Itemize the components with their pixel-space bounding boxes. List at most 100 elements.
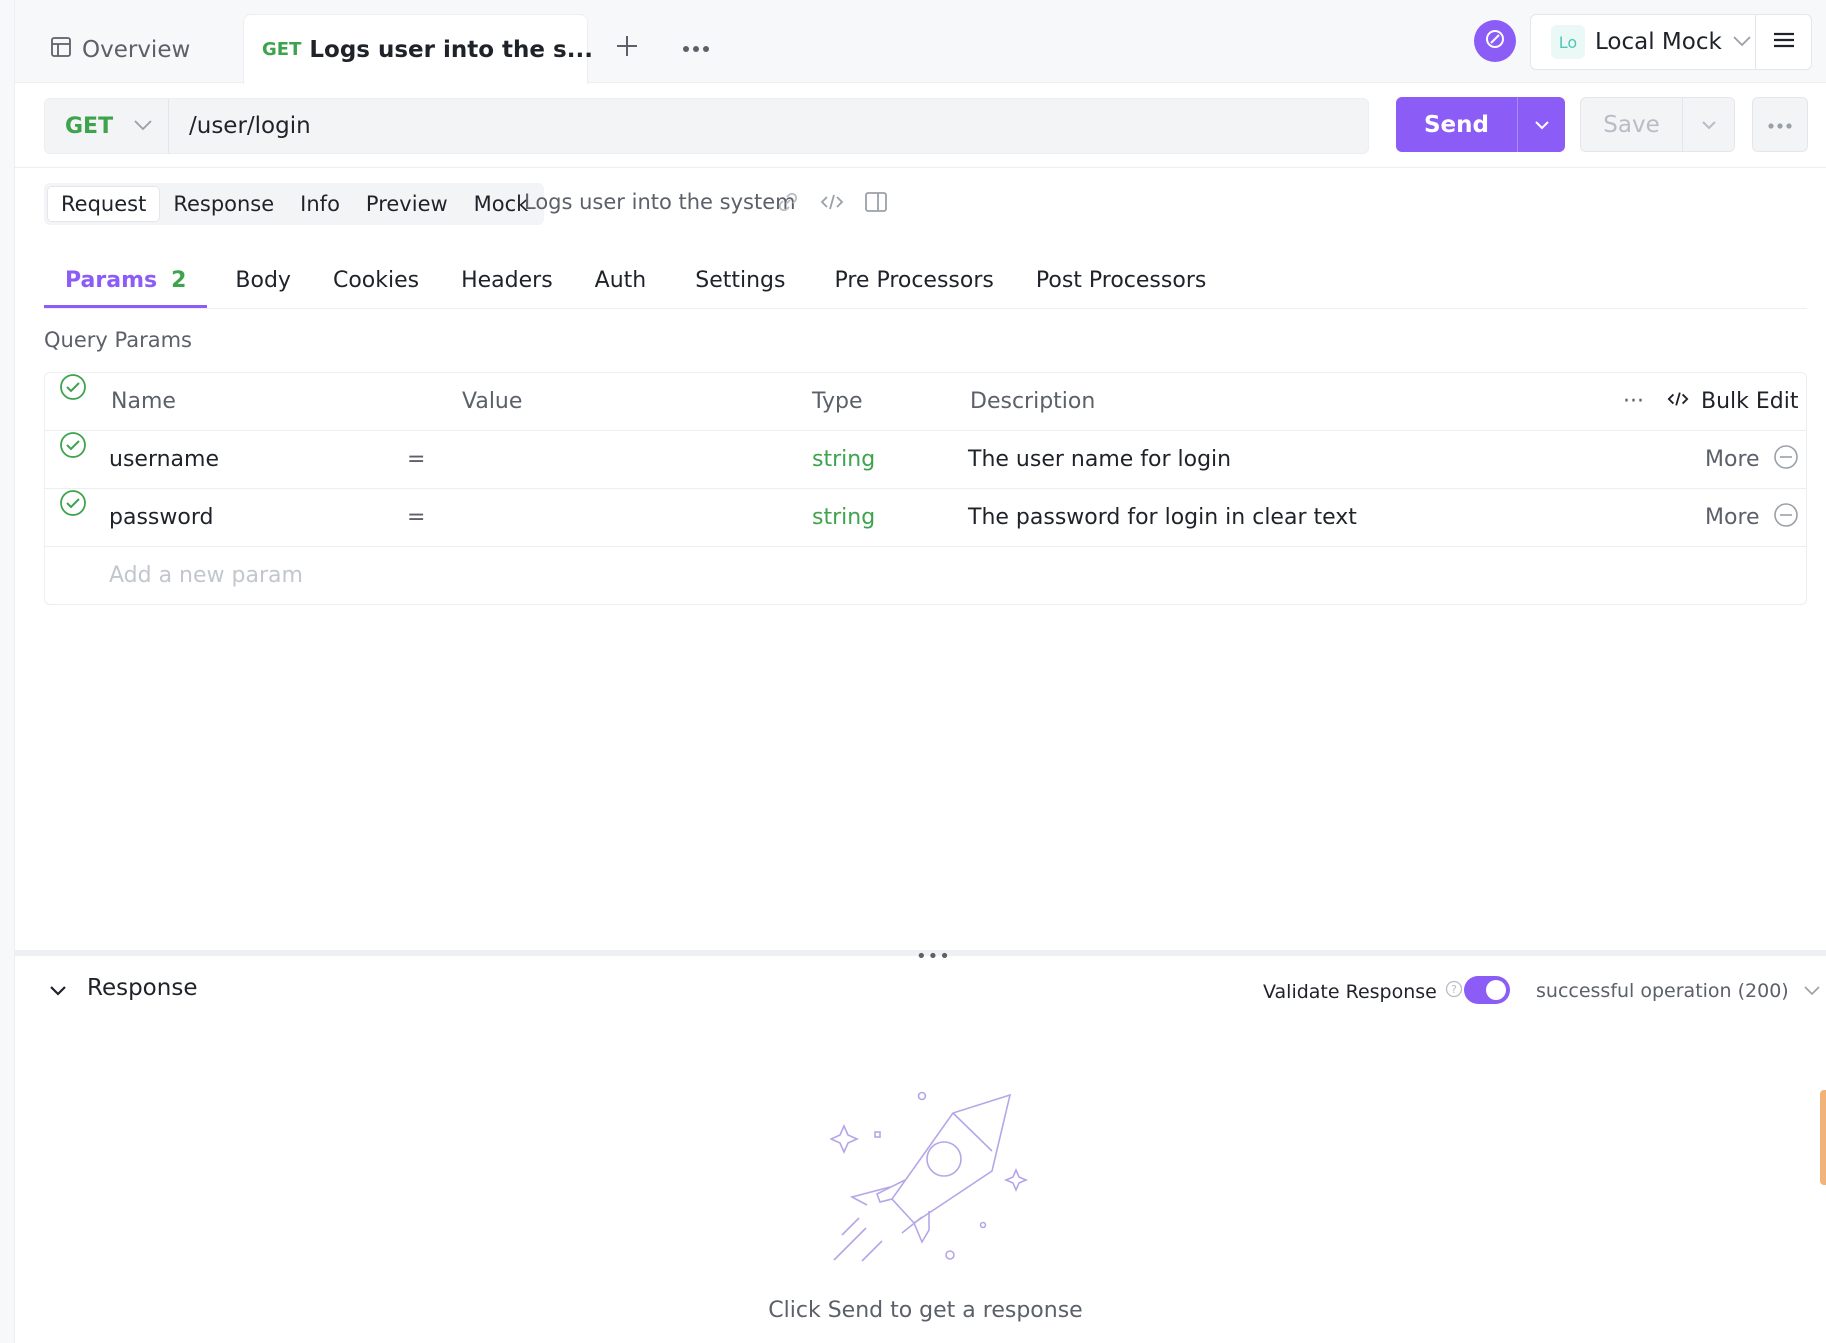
url-bar: GET xyxy=(44,98,1369,154)
bulk-edit-label: Bulk Edit xyxy=(1701,389,1799,414)
response-collapse-toggle[interactable] xyxy=(46,976,70,1006)
column-options-button[interactable]: ··· xyxy=(1623,373,1644,430)
link-icon[interactable] xyxy=(776,190,800,218)
table-row: username = string The user name for logi… xyxy=(45,431,1806,489)
bulk-edit-button[interactable]: Bulk Edit xyxy=(1667,373,1799,430)
rocket-illustration-icon xyxy=(829,1085,1030,1270)
param-value-input[interactable] xyxy=(445,431,785,488)
param-type[interactable]: string xyxy=(812,489,875,546)
equals-sign: = xyxy=(407,505,426,530)
help-icon[interactable]: ? xyxy=(1445,980,1463,1003)
remove-row-button[interactable] xyxy=(1773,431,1799,488)
sync-button[interactable] xyxy=(1474,20,1516,62)
chevron-down-icon xyxy=(1803,980,1821,1002)
side-drawer-handle[interactable] xyxy=(1820,1090,1826,1185)
save-options-button[interactable] xyxy=(1683,97,1735,152)
svg-text:?: ? xyxy=(1451,983,1457,996)
chevron-down-icon xyxy=(49,982,67,1001)
tab-params[interactable]: Params 2 xyxy=(44,252,208,308)
endpoint-summary: Logs user into the system xyxy=(524,190,796,214)
param-type[interactable]: string xyxy=(812,431,875,488)
tab-more-button[interactable] xyxy=(680,32,712,62)
tab-request-active[interactable]: GET Logs user into the s... xyxy=(243,14,593,84)
add-param-row: Add a new param xyxy=(45,547,1806,605)
param-name[interactable]: username xyxy=(109,431,219,488)
param-description[interactable]: The user name for login xyxy=(968,431,1231,488)
validate-response-label: Validate Response xyxy=(1263,980,1437,1003)
param-name[interactable]: password xyxy=(109,489,213,546)
layout-icon xyxy=(50,36,72,64)
row-more-link[interactable]: More xyxy=(1705,489,1760,546)
tab-auth[interactable]: Auth xyxy=(574,252,668,308)
save-button[interactable]: Save xyxy=(1580,97,1683,152)
chevron-down-icon xyxy=(1732,33,1752,52)
param-value-input[interactable] xyxy=(445,489,785,546)
column-type: Type xyxy=(812,389,863,414)
more-horizontal-icon xyxy=(1767,115,1793,134)
response-title: Response xyxy=(87,975,198,1001)
url-input[interactable] xyxy=(169,99,1368,153)
environment-select[interactable]: Lo Local Mock xyxy=(1530,14,1756,70)
minus-circle-icon xyxy=(1773,502,1799,534)
mode-request[interactable]: Request xyxy=(47,186,161,222)
tab-post-processors[interactable]: Post Processors xyxy=(1015,252,1227,308)
new-tab-button[interactable] xyxy=(612,30,642,66)
validate-response-toggle[interactable] xyxy=(1464,976,1510,1004)
tab-method-badge: GET xyxy=(262,39,302,60)
column-value: Value xyxy=(462,389,523,414)
row-more-link[interactable]: More xyxy=(1705,431,1760,488)
side-panel-icon[interactable] xyxy=(864,190,888,218)
remove-row-button[interactable] xyxy=(1773,489,1799,546)
empty-response-message: Click Send to get a response xyxy=(768,1298,1083,1323)
row-enable-checkbox[interactable] xyxy=(59,431,87,459)
hamburger-icon xyxy=(1773,31,1795,53)
tab-pre-processors[interactable]: Pre Processors xyxy=(806,252,1014,308)
chevron-down-icon xyxy=(1701,115,1717,134)
method-label: GET xyxy=(65,113,114,139)
method-select[interactable]: GET xyxy=(45,99,169,153)
tab-title: Logs user into the s... xyxy=(309,36,593,63)
validate-response: Validate Response ? xyxy=(1263,980,1463,1003)
tab-body[interactable]: Body xyxy=(207,252,312,308)
tab-cookies[interactable]: Cookies xyxy=(312,252,440,308)
column-name: Name xyxy=(111,389,176,414)
mode-preview[interactable]: Preview xyxy=(353,186,461,222)
table-header-row: Name Value Type Description ··· Bulk Edi… xyxy=(45,373,1806,431)
query-params-title: Query Params xyxy=(44,328,192,352)
plus-icon xyxy=(614,33,640,63)
mode-info[interactable]: Info xyxy=(287,186,353,222)
divider xyxy=(15,167,1826,168)
table-row: password = string The password for login… xyxy=(45,489,1806,547)
environment-label: Local Mock xyxy=(1595,29,1722,55)
tab-params-label: Params xyxy=(65,267,158,293)
tab-headers[interactable]: Headers xyxy=(440,252,574,308)
main-menu-button[interactable] xyxy=(1756,14,1812,70)
request-subtabs: Params 2 Body Cookies Headers Auth Setti… xyxy=(44,252,1227,308)
resize-grip-icon: ••• xyxy=(916,946,951,967)
summary-actions xyxy=(776,190,888,218)
column-description: Description xyxy=(970,389,1096,414)
divider xyxy=(44,308,1807,309)
tab-settings[interactable]: Settings xyxy=(667,252,806,308)
row-enable-checkbox[interactable] xyxy=(59,489,87,517)
response-status-label: successful operation (200) xyxy=(1536,980,1789,1002)
sync-icon xyxy=(1483,27,1507,55)
param-description[interactable]: The password for login in clear text xyxy=(968,489,1357,546)
add-param-input[interactable]: Add a new param xyxy=(109,547,709,604)
minus-circle-icon xyxy=(1773,444,1799,476)
more-horizontal-icon xyxy=(682,38,710,57)
mode-response[interactable]: Response xyxy=(160,186,287,222)
send-button[interactable]: Send xyxy=(1396,97,1517,152)
mode-switcher: Request Response Info Preview Mock xyxy=(44,183,545,225)
query-params-table: Name Value Type Description ··· Bulk Edi… xyxy=(44,372,1807,605)
select-all-checkbox[interactable] xyxy=(59,373,87,401)
chevron-down-icon xyxy=(133,117,153,136)
params-count-badge: 2 xyxy=(171,267,187,293)
response-status-select[interactable]: successful operation (200) xyxy=(1536,980,1821,1002)
code-icon[interactable] xyxy=(820,190,844,218)
tab-overview-label: Overview xyxy=(82,37,191,63)
request-more-button[interactable] xyxy=(1752,97,1808,152)
chevron-down-icon xyxy=(1534,115,1550,134)
tab-overview[interactable]: Overview xyxy=(50,30,190,70)
send-options-button[interactable] xyxy=(1517,97,1565,152)
